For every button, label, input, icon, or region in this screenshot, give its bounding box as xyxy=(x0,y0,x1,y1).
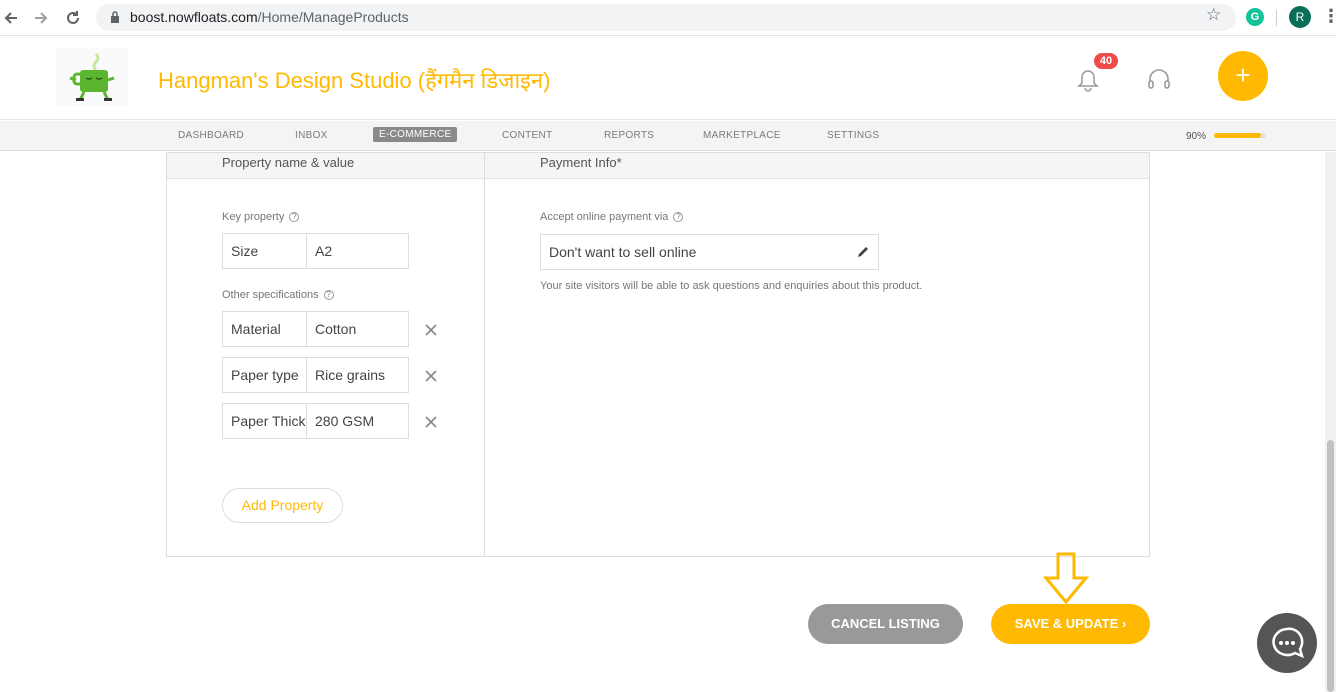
profile-progress-bar xyxy=(1214,133,1266,138)
other-specs-label: Other specifications? xyxy=(222,289,334,301)
spec-value[interactable]: Rice grains xyxy=(307,358,408,392)
tab-reports[interactable]: REPORTS xyxy=(604,130,654,141)
help-icon[interactable]: ? xyxy=(323,290,334,300)
key-property-value[interactable]: A2 xyxy=(307,234,408,268)
browser-menu-icon[interactable]: ⋮ xyxy=(1322,6,1336,27)
property-panel-title: Property name & value xyxy=(167,153,484,179)
spec-value[interactable]: Cotton xyxy=(307,312,408,346)
property-panel: Property name & value Key property? Size… xyxy=(166,152,485,557)
save-update-button[interactable]: SAVE & UPDATE › xyxy=(991,604,1150,644)
profile-progress-fill xyxy=(1214,133,1261,138)
main-nav: DASHBOARD INBOX E-COMMERCE CONTENT REPOR… xyxy=(0,121,1336,151)
spec-name[interactable]: Material xyxy=(223,312,307,346)
help-icon[interactable]: ? xyxy=(673,212,684,222)
url-text: boost.nowfloats.com/Home/ManageProducts xyxy=(130,9,409,25)
cancel-listing-button[interactable]: CANCEL LISTING xyxy=(808,604,963,644)
studio-logo[interactable] xyxy=(56,48,128,106)
down-arrow-annotation-icon xyxy=(1042,552,1090,604)
spec-name[interactable]: Paper Thickness xyxy=(223,404,307,438)
key-property-label: Key property? xyxy=(222,211,300,223)
remove-spec-icon[interactable] xyxy=(423,414,439,430)
add-property-button[interactable]: Add Property xyxy=(222,488,343,523)
reload-icon[interactable] xyxy=(62,7,84,29)
edit-pencil-icon[interactable] xyxy=(857,245,870,258)
tab-content[interactable]: CONTENT xyxy=(502,130,552,141)
tab-marketplace[interactable]: MARKETPLACE xyxy=(703,130,781,141)
payment-hint: Your site visitors will be able to ask q… xyxy=(540,280,923,292)
notification-badge: 40 xyxy=(1094,53,1118,69)
browser-toolbar: boost.nowfloats.com/Home/ManageProducts … xyxy=(0,0,1336,36)
tab-settings[interactable]: SETTINGS xyxy=(827,130,879,141)
bookmark-star-icon[interactable]: ☆ xyxy=(1206,5,1221,25)
tab-e-commerce[interactable]: E-COMMERCE xyxy=(373,127,458,142)
accept-payment-label: Accept online payment via? xyxy=(540,211,684,223)
profile-progress-label: 90% xyxy=(1186,131,1207,142)
spec-row: Paper Thickness 280 GSM xyxy=(222,403,409,439)
remove-spec-icon[interactable] xyxy=(423,368,439,384)
payment-panel: Payment Info* Accept online payment via?… xyxy=(484,152,1150,557)
key-property-row: Size A2 xyxy=(222,233,409,269)
chat-icon xyxy=(1272,627,1304,659)
toolbar-divider xyxy=(1276,10,1277,26)
notification-bell-icon[interactable] xyxy=(1077,68,1099,92)
remove-spec-icon[interactable] xyxy=(423,322,439,338)
lock-icon xyxy=(111,11,119,23)
tab-dashboard[interactable]: DASHBOARD xyxy=(178,130,244,141)
address-bar[interactable]: boost.nowfloats.com/Home/ManageProducts xyxy=(96,4,1236,31)
tab-inbox[interactable]: INBOX xyxy=(295,130,328,141)
spec-value[interactable]: 280 GSM xyxy=(307,404,408,438)
payment-method-value: Don't want to sell online xyxy=(549,244,697,260)
spec-row: Material Cotton xyxy=(222,311,409,347)
spec-name[interactable]: Paper type xyxy=(223,358,307,392)
payment-panel-title: Payment Info* xyxy=(485,153,1149,179)
add-button[interactable]: + xyxy=(1218,51,1268,101)
studio-name[interactable]: Hangman's Design Studio (हैंगमैन डिजाइन) xyxy=(158,65,551,95)
forward-arrow-icon[interactable] xyxy=(30,7,52,29)
app-header: Hangman's Design Studio (हैंगमैन डिजाइन)… xyxy=(0,36,1336,120)
payment-method-field[interactable]: Don't want to sell online xyxy=(540,234,879,270)
profile-avatar[interactable]: R xyxy=(1289,6,1311,28)
back-arrow-icon[interactable] xyxy=(0,7,22,29)
chat-widget-button[interactable] xyxy=(1257,613,1317,673)
key-property-name[interactable]: Size xyxy=(223,234,307,268)
support-headset-icon[interactable] xyxy=(1146,67,1172,93)
grammarly-extension-icon[interactable]: G xyxy=(1246,8,1264,26)
help-icon[interactable]: ? xyxy=(289,212,300,222)
spec-row: Paper type Rice grains xyxy=(222,357,409,393)
page-scrollbar-thumb[interactable] xyxy=(1327,440,1334,692)
